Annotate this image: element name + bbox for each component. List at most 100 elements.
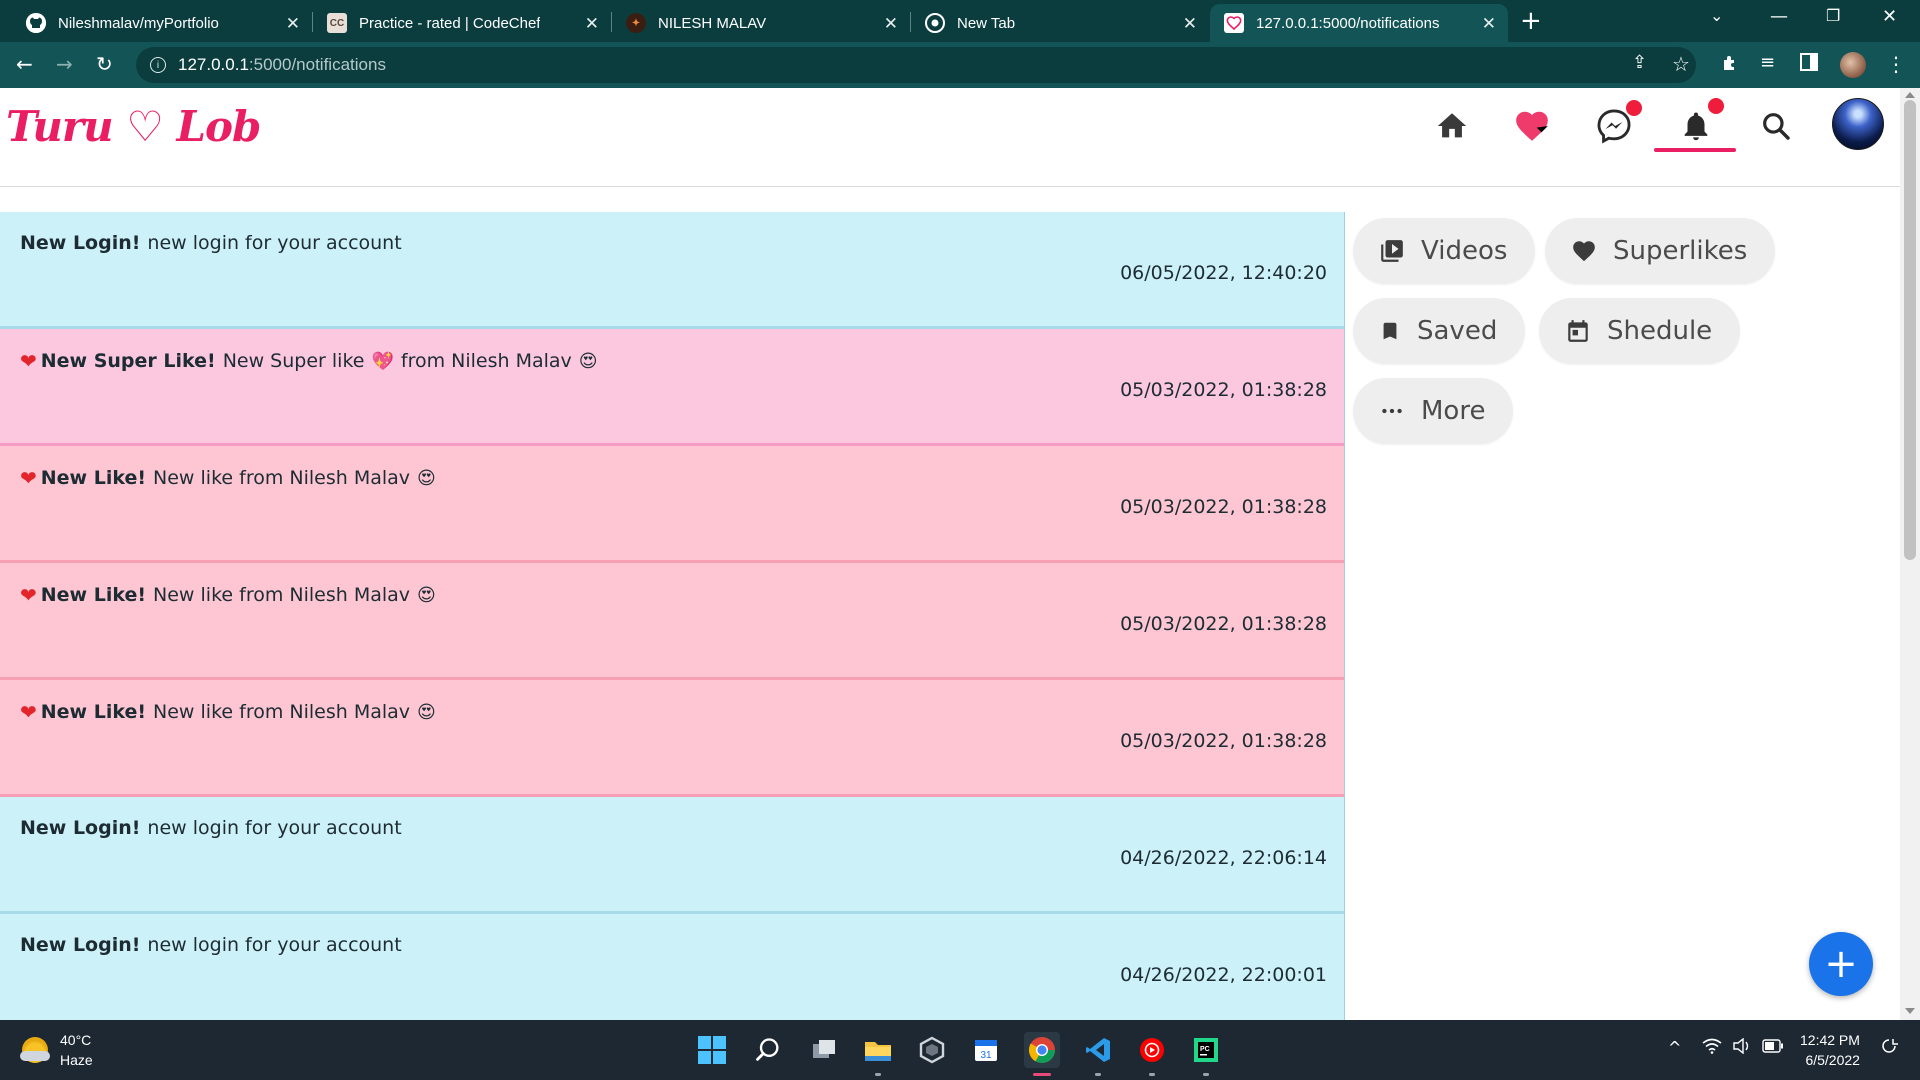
back-icon[interactable]: ← — [16, 52, 33, 76]
reload-icon[interactable]: ↻ — [96, 52, 113, 76]
superlikes-icon[interactable] — [1508, 102, 1556, 150]
heart-icon: ❤ — [20, 466, 37, 490]
svg-text:PC: PC — [1200, 1046, 1210, 1053]
home-icon[interactable] — [1428, 102, 1476, 150]
reading-list-icon[interactable]: ≡ — [1760, 52, 1775, 73]
notification-message: New like from Nilesh Malav — [153, 701, 411, 723]
notification-center-icon[interactable] — [1880, 1038, 1898, 1060]
more-horizontal-icon — [1382, 408, 1402, 414]
close-tab-icon[interactable]: ✕ — [286, 14, 300, 34]
notification-message: New Super like — [222, 350, 365, 372]
portfolio-icon: ✦ — [626, 13, 646, 33]
tab-search-icon[interactable]: ⌄ — [1710, 6, 1723, 25]
notification-text: New Login! new login for your account — [20, 232, 402, 254]
pill-label: Superlikes — [1613, 236, 1748, 266]
tab-title: New Tab — [957, 14, 1016, 32]
tab-nilesh-malav[interactable]: ✦ NILESH MALAV ✕ — [612, 4, 910, 42]
notifications-icon[interactable] — [1672, 98, 1724, 150]
notification-title: New Like! — [40, 467, 147, 489]
share-icon[interactable]: ⇪ — [1632, 52, 1647, 73]
notification-message-sender: from Nilesh Malav — [400, 350, 572, 372]
forward-icon[interactable]: → — [56, 52, 73, 76]
notification-text: New Login! new login for your account — [20, 817, 402, 839]
running-indicator — [1203, 1073, 1209, 1076]
pill-label: Shedule — [1607, 316, 1713, 346]
more-button[interactable]: More — [1353, 378, 1514, 444]
superlikes-button[interactable]: Superlikes — [1545, 218, 1776, 284]
new-tab-button[interactable]: + — [1520, 6, 1542, 36]
window-close-icon[interactable]: ✕ — [1882, 6, 1897, 27]
videos-button[interactable]: Videos — [1353, 218, 1536, 284]
video-library-icon — [1381, 240, 1403, 262]
calendar-app-icon[interactable]: 31 — [968, 1032, 1004, 1068]
notification-time: 04/26/2022, 22:00:01 — [1120, 964, 1327, 986]
scroll-up-arrow-icon[interactable] — [1905, 92, 1915, 98]
vscode-icon[interactable] — [1080, 1032, 1116, 1076]
windows-start-icon[interactable] — [694, 1032, 730, 1068]
sparkling-heart-emoji: 💖 — [371, 350, 394, 372]
battery-icon[interactable] — [1762, 1038, 1784, 1057]
chrome-taskbar-icon[interactable] — [1024, 1032, 1060, 1076]
site-logo[interactable]: Turu ♡ Lob — [6, 102, 261, 151]
scrollbar-thumb[interactable] — [1904, 100, 1916, 560]
pill-label: Saved — [1417, 316, 1498, 346]
site-info-icon[interactable]: i — [150, 57, 166, 73]
wifi-icon[interactable] — [1702, 1038, 1722, 1058]
running-indicator — [1095, 1073, 1101, 1076]
heart-icon: ❤ — [20, 700, 37, 724]
profile-avatar[interactable] — [1832, 98, 1884, 150]
heart-icon — [1224, 13, 1244, 33]
youtube-music-icon[interactable] — [1134, 1032, 1170, 1076]
messenger-icon[interactable] — [1590, 100, 1642, 150]
heart-icon: ❤ — [20, 583, 37, 607]
close-tab-icon[interactable]: ✕ — [585, 14, 599, 34]
add-floating-button[interactable]: + — [1809, 932, 1873, 996]
tab-codechef[interactable]: CC Practice - rated | CodeChef ✕ — [313, 4, 611, 42]
tab-new-tab[interactable]: New Tab ✕ — [911, 4, 1209, 42]
close-tab-icon[interactable]: ✕ — [884, 14, 898, 34]
shedule-button[interactable]: Shedule — [1539, 298, 1741, 364]
notification-time: 05/03/2022, 01:38:28 — [1120, 379, 1327, 401]
address-bar[interactable]: i 127.0.0.1 :5000/notifications — [136, 47, 1696, 83]
chrome-menu-icon[interactable]: ⋮ — [1886, 52, 1906, 76]
show-hidden-icons-icon[interactable]: ^ — [1668, 1038, 1681, 1057]
active-nav-indicator — [1654, 148, 1736, 152]
close-tab-icon[interactable]: ✕ — [1183, 14, 1197, 34]
heart-eyes-emoji: 😍 — [578, 350, 598, 372]
notification-item[interactable]: New Login! new login for your account 04… — [0, 914, 1344, 1020]
notification-item[interactable]: ❤ New Super Like! New Super like 💖 from … — [0, 329, 1344, 446]
weather-widget[interactable]: 40°C Haze — [20, 1030, 93, 1070]
extensions-icon[interactable] — [1720, 52, 1740, 77]
notification-item[interactable]: ❤ New Like! New like from Nilesh Malav 😍… — [0, 563, 1344, 680]
minimize-icon[interactable]: — — [1770, 6, 1788, 27]
weather-temperature: 40°C — [60, 1032, 92, 1048]
bookmark-star-icon[interactable]: ☆ — [1672, 52, 1690, 76]
scroll-down-arrow-icon[interactable] — [1905, 1008, 1915, 1014]
notification-item[interactable]: New Login! new login for your account 04… — [0, 797, 1344, 914]
volume-icon[interactable] — [1732, 1037, 1752, 1058]
close-tab-icon[interactable]: ✕ — [1482, 14, 1496, 34]
tab-notifications[interactable]: 127.0.0.1:5000/notifications ✕ — [1210, 4, 1508, 42]
saved-button[interactable]: Saved — [1353, 298, 1526, 364]
notification-message: New like from Nilesh Malav — [153, 584, 411, 606]
chrome-profile-avatar[interactable] — [1840, 52, 1866, 78]
unity-app-icon[interactable] — [914, 1032, 950, 1068]
notification-item[interactable]: ❤ New Like! New like from Nilesh Malav 😍… — [0, 680, 1344, 797]
side-panel-icon[interactable] — [1800, 52, 1818, 76]
notification-item[interactable]: New Login! new login for your account 06… — [0, 212, 1344, 329]
search-icon[interactable] — [1752, 102, 1800, 150]
page-scrollbar[interactable] — [1900, 88, 1920, 1020]
running-indicator — [875, 1073, 881, 1076]
heart-eyes-emoji: 😍 — [417, 467, 436, 489]
taskbar-clock[interactable]: 12:42 PM 6/5/2022 — [1800, 1030, 1860, 1070]
pycharm-icon[interactable]: PC — [1188, 1032, 1224, 1076]
notification-item[interactable]: ❤ New Like! New like from Nilesh Malav 😍… — [0, 446, 1344, 563]
task-view-icon[interactable] — [806, 1032, 842, 1068]
notification-message: new login for your account — [147, 817, 402, 839]
heart-eyes-emoji: 😍 — [417, 584, 436, 606]
file-explorer-icon[interactable] — [860, 1032, 896, 1076]
taskbar-search-icon[interactable] — [750, 1032, 786, 1068]
restore-icon[interactable]: ❐ — [1826, 6, 1840, 25]
tab-github-portfolio[interactable]: Nileshmalav/myPortfolio ✕ — [12, 4, 312, 42]
notification-text: ❤ New Like! New like from Nilesh Malav 😍 — [20, 583, 443, 607]
